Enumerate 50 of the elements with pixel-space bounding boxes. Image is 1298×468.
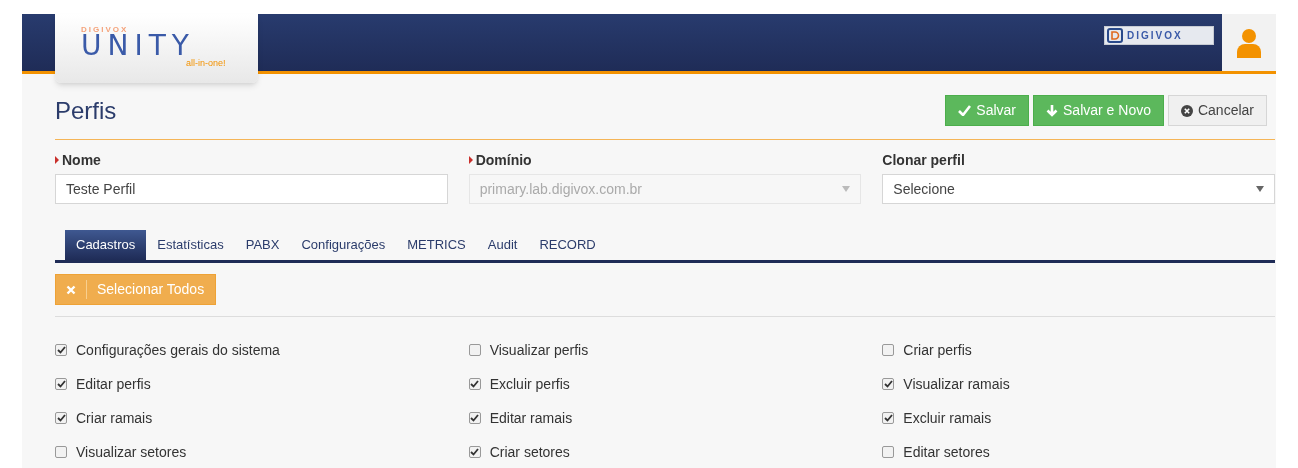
- checkbox-label: Criar setores: [489, 442, 570, 462]
- checkbox[interactable]: [468, 378, 481, 390]
- checkbox-label: Editar ramais: [489, 408, 573, 428]
- checkbox[interactable]: [468, 344, 481, 356]
- checkbox[interactable]: [468, 412, 481, 424]
- checkbox-label: Visualizar perfis: [489, 340, 589, 360]
- d-logo-icon: [1107, 28, 1123, 43]
- logo-product: UNITY: [81, 34, 195, 58]
- dropdown-caret-icon: [842, 186, 851, 192]
- tab[interactable]: Estatísticas: [146, 230, 235, 260]
- partner-logo-text: DIGIVOX: [1127, 29, 1183, 43]
- checkbox[interactable]: [55, 344, 67, 356]
- field-label: Clonar perfil: [882, 150, 965, 170]
- tab[interactable]: Cadastros: [65, 230, 147, 260]
- checkbox-label: Editar perfis: [76, 374, 151, 394]
- checkbox-label: Excluir ramais: [903, 408, 992, 428]
- tab[interactable]: PABX: [234, 230, 291, 260]
- checkbox-label: Visualizar ramais: [903, 374, 1010, 394]
- checkbox-label: Excluir perfis: [489, 374, 570, 394]
- tab[interactable]: Configurações: [290, 230, 397, 260]
- close-circle-icon: [1180, 104, 1193, 117]
- dropdown-caret-icon: [1256, 186, 1264, 192]
- checkbox-label: Criar ramais: [76, 408, 153, 428]
- checkbox[interactable]: [55, 378, 67, 390]
- checkbox[interactable]: [882, 344, 895, 356]
- checkbox-label: Configurações gerais do sistema: [76, 340, 280, 360]
- check-icon: [958, 105, 972, 116]
- checkbox[interactable]: [55, 446, 67, 458]
- page-title: Perfis: [55, 95, 117, 126]
- logo-tagline: all-in-one!: [186, 58, 226, 68]
- select-field[interactable]: Selecione: [882, 174, 1275, 204]
- field-label: Nome: [62, 150, 101, 170]
- checkbox-label: Visualizar setores: [76, 442, 187, 462]
- checkbox[interactable]: [882, 378, 895, 390]
- user-icon: [1236, 27, 1262, 58]
- tab[interactable]: Audit: [476, 230, 529, 260]
- checkbox[interactable]: [882, 446, 895, 458]
- checkbox-label: Editar setores: [903, 442, 990, 462]
- checkbox[interactable]: [882, 412, 895, 424]
- checkbox[interactable]: [55, 412, 67, 424]
- checkbox[interactable]: [468, 446, 481, 458]
- input-field[interactable]: Teste Perfil: [55, 174, 448, 204]
- checkbox-label: Criar perfis: [903, 340, 972, 360]
- arrow-down-icon: [1046, 104, 1059, 117]
- tab[interactable]: METRICS: [396, 230, 477, 260]
- cancel-button[interactable]: Cancelar: [1167, 95, 1267, 126]
- close-icon: [66, 284, 76, 295]
- tab[interactable]: RECORD: [528, 230, 607, 260]
- logo-brand: DIGIVOX: [81, 26, 130, 34]
- field-label: Domínio: [475, 150, 532, 170]
